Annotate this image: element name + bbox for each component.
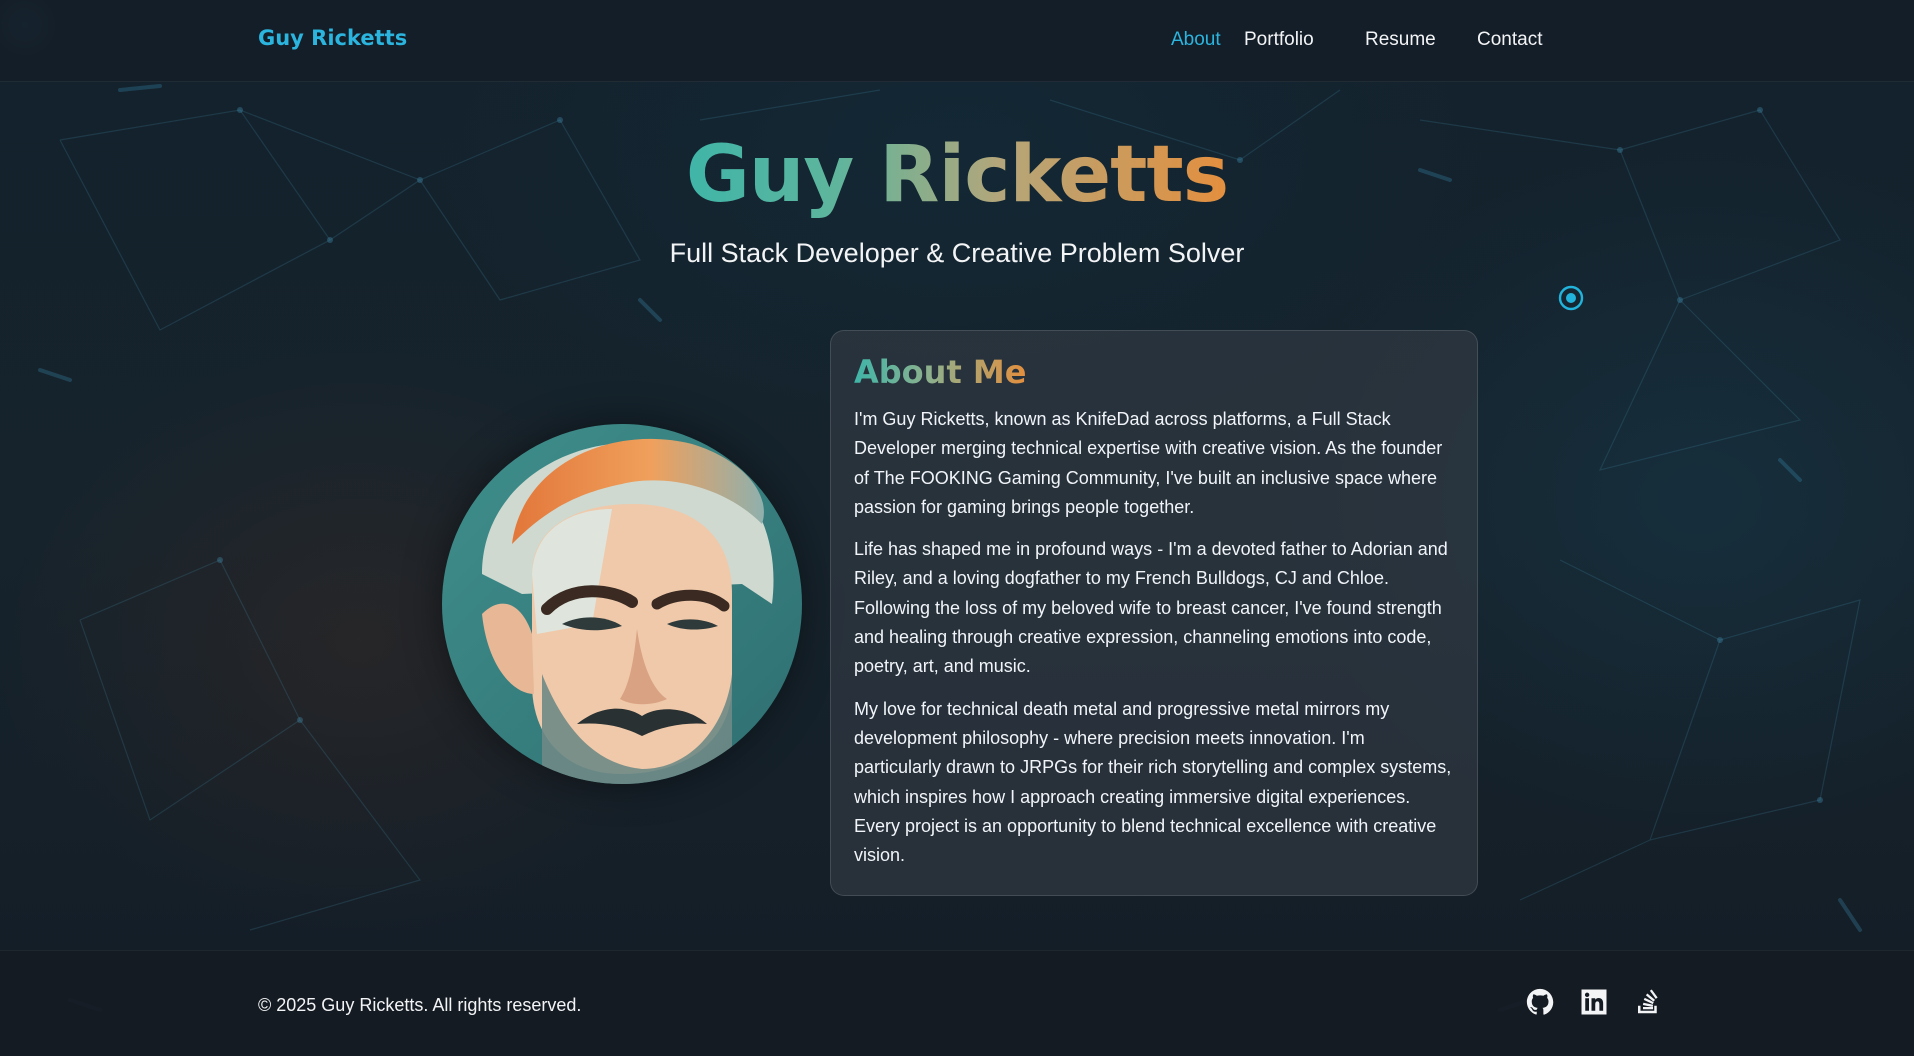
nav-resume[interactable]: Resume bbox=[1365, 29, 1436, 51]
hero-title: Guy Ricketts bbox=[685, 130, 1229, 220]
stackoverflow-icon[interactable] bbox=[1633, 987, 1663, 1017]
hero-subtitle: Full Stack Developer & Creative Problem … bbox=[669, 238, 1245, 268]
nav-portfolio[interactable]: Portfolio bbox=[1244, 29, 1314, 51]
brand-logo[interactable]: Guy Ricketts bbox=[258, 26, 407, 50]
site-footer: © 2025 Guy Ricketts. All rights reserved… bbox=[0, 950, 1914, 1056]
top-navbar: Guy Ricketts About Portfolio Resume Cont… bbox=[0, 0, 1914, 82]
target-cursor-icon bbox=[1558, 285, 1584, 311]
about-paragraph-1: I'm Guy Ricketts, known as KnifeDad acro… bbox=[854, 409, 1443, 517]
about-card: About Me I'm Guy Ricketts, known as Knif… bbox=[830, 330, 1478, 896]
nav-contact[interactable]: Contact bbox=[1477, 29, 1542, 51]
about-paragraph-3: My love for technical death metal and pr… bbox=[854, 698, 1452, 866]
linkedin-icon[interactable] bbox=[1579, 987, 1609, 1017]
copyright-text: © 2025 Guy Ricketts. All rights reserved… bbox=[258, 995, 582, 1015]
about-paragraph-2: Life has shaped me in profound ways - I'… bbox=[854, 539, 1448, 677]
about-heading: About Me bbox=[854, 353, 1027, 391]
profile-avatar bbox=[442, 424, 802, 784]
github-icon[interactable] bbox=[1525, 987, 1555, 1017]
nav-about[interactable]: About bbox=[1171, 29, 1221, 51]
